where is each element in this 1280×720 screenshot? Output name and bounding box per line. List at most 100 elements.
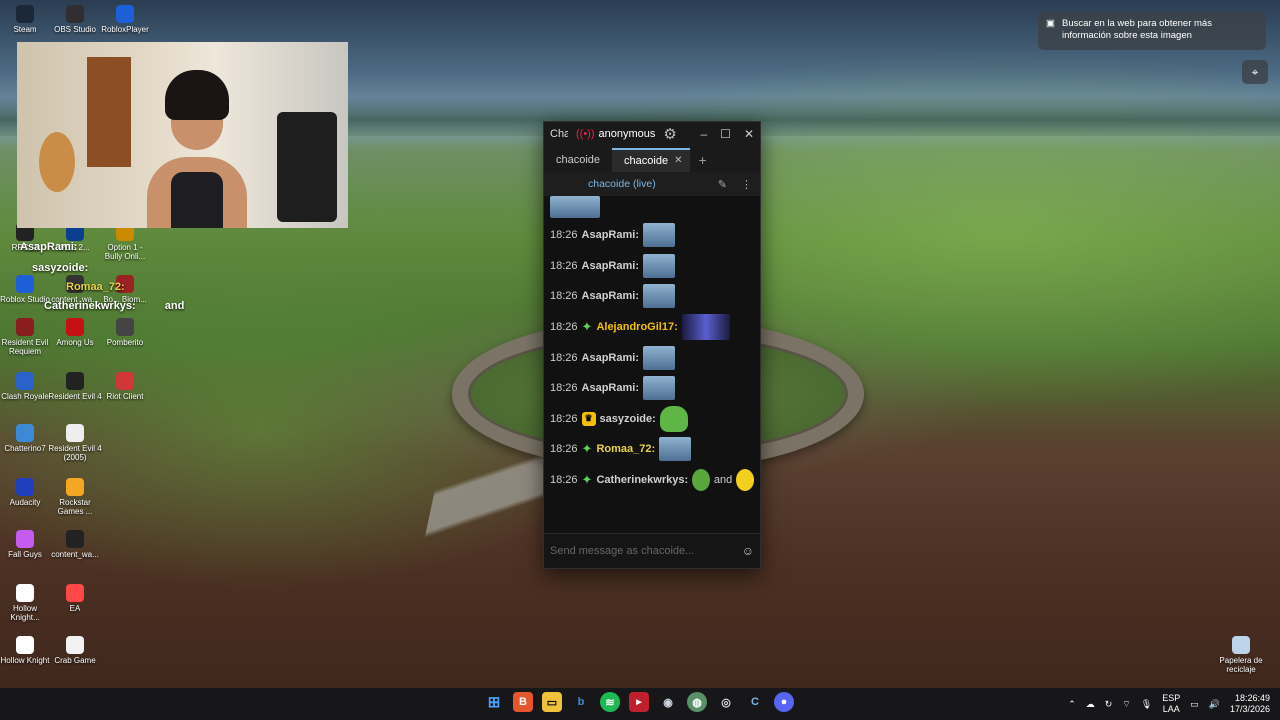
pomberito-icon	[116, 318, 134, 336]
emote-image[interactable]	[643, 284, 675, 309]
chat-message[interactable]: 18:26 ✦ Catherinekwrkys: and	[550, 465, 754, 496]
message-list[interactable]: 18:26 AsapRami: 18:26 AsapRami: 18:26 AsapRam…	[544, 196, 760, 526]
message-username[interactable]: AsapRami:	[582, 260, 639, 272]
desktop-icon-label: Resident Evil 4 (2005)	[48, 444, 102, 462]
emote-image[interactable]	[643, 376, 675, 401]
globe-app-icon[interactable]: ◍	[687, 692, 707, 712]
edit-icon[interactable]: ✎	[718, 178, 727, 191]
language-indicator[interactable]: ESP LAA	[1162, 693, 1180, 715]
chat-message[interactable]: 18:26 AsapRami:	[550, 342, 754, 373]
desktop-icon[interactable]: Riot Client	[98, 372, 152, 401]
windows-start-icon[interactable]: ⊞	[484, 692, 504, 712]
badge-icon[interactable]: ✦	[582, 441, 593, 457]
message-input[interactable]: Send message as chacoide... ☺	[544, 533, 760, 568]
window-titlebar[interactable]: Cha ((•)) anonymous ⚙ – ☐ ✕	[544, 122, 760, 146]
lens-icon[interactable]: ⌖	[1242, 60, 1268, 84]
message-username[interactable]: AlejandroGil17:	[596, 321, 677, 333]
desktop-icon[interactable]: Option 1 - Bully Onli...	[98, 223, 152, 261]
clock[interactable]: 18:26:49 17/3/2026	[1230, 693, 1270, 715]
tab-chacoide[interactable]: chacoide	[544, 148, 612, 172]
emote-image[interactable]	[681, 314, 730, 341]
desktop-icon[interactable]: Hollow Knight...	[0, 584, 52, 622]
desktop-icon[interactable]: Crab Game	[48, 636, 102, 665]
desktop-icon[interactable]: Chatterino7	[0, 424, 52, 453]
minimize-icon[interactable]: –	[700, 127, 707, 141]
add-tab-icon[interactable]: +	[690, 148, 714, 172]
hollow-knight-icon	[16, 584, 34, 602]
emote-image[interactable]	[643, 223, 675, 248]
desktop-icon[interactable]: Hollow Knight	[0, 636, 52, 665]
steam-icon	[16, 5, 34, 23]
obs-icon[interactable]: ◎	[716, 692, 736, 712]
emote-image[interactable]	[659, 437, 692, 462]
message-username[interactable]: AsapRami:	[582, 229, 639, 241]
crown-badge-icon[interactable]: ♛	[581, 411, 596, 426]
chat-message[interactable]: 18:26 AsapRami:	[550, 373, 754, 404]
channel-name[interactable]: chacoide (live)	[588, 178, 656, 190]
emoji-icon[interactable]: ☺	[742, 544, 754, 558]
message-username[interactable]: Romaa_72:	[596, 443, 655, 455]
desktop-icon[interactable]: Audacity	[0, 478, 52, 507]
emote-image[interactable]	[736, 469, 754, 492]
desktop-icon[interactable]: Pomberito	[98, 318, 152, 347]
desktop-icon[interactable]: RobloxPlayer	[98, 5, 152, 34]
desktop-icon[interactable]: Rockstar Games ...	[48, 478, 102, 516]
chevron-up-icon[interactable]: ⌃	[1068, 699, 1076, 710]
network-icon[interactable]: ⌔	[1122, 699, 1130, 710]
file-explorer-icon[interactable]: ▭	[542, 692, 562, 712]
cloud-icon[interactable]: ☁	[1086, 699, 1095, 710]
emote-image[interactable]	[659, 405, 688, 432]
maximize-icon[interactable]: ☐	[720, 127, 731, 141]
account-label[interactable]: anonymous	[599, 128, 656, 140]
chat-message[interactable]: 18:26 ♛ sasyzoide:	[550, 404, 754, 435]
more-options-icon[interactable]: ⋮	[741, 178, 752, 191]
desktop-icon[interactable]: content_wa...	[48, 530, 102, 559]
desktop-icon-label: Among Us	[56, 338, 94, 347]
tab-chacoide-active[interactable]: chacoide ✕	[612, 148, 691, 172]
chat-message[interactable]: 18:26 ✦ Romaa_72:	[550, 434, 754, 465]
desktop-icon[interactable]: Fall Guys	[0, 530, 52, 559]
chat-message[interactable]: 18:26 ✦ AlejandroGil17:	[550, 312, 754, 343]
close-icon[interactable]: ✕	[744, 127, 754, 141]
emote-image[interactable]	[692, 469, 710, 492]
visual-search-notification[interactable]: ▣ Buscar en la web para obtener más info…	[1038, 12, 1266, 50]
chat-message[interactable]: 18:26 AsapRami:	[550, 220, 754, 251]
emote-image[interactable]	[643, 253, 675, 278]
display-icon[interactable]: ▭	[1190, 699, 1199, 710]
desktop-icon[interactable]: OBS Studio	[48, 5, 102, 34]
steam-icon[interactable]: ◉	[658, 692, 678, 712]
message-username[interactable]: AsapRami:	[582, 290, 639, 302]
message-username[interactable]: AsapRami:	[582, 382, 639, 394]
settings-gear-icon[interactable]: ⚙	[663, 125, 676, 143]
message-username[interactable]: AsapRami:	[582, 352, 639, 364]
desktop-icon[interactable]: Resident Evil 4 (2005)	[48, 424, 102, 462]
emote-image[interactable]	[643, 345, 675, 370]
desktop-icon[interactable]: Papelera de reciclaje	[1214, 636, 1268, 674]
brave-browser-icon[interactable]: B	[513, 692, 533, 712]
badge-icon[interactable]: ✦	[582, 319, 593, 335]
chat-message[interactable]: 18:26 AsapRami:	[550, 251, 754, 282]
desktop-icon[interactable]: Resident Evil 4	[48, 372, 102, 401]
desktop-icon[interactable]: Clash Royale	[0, 372, 52, 401]
ea-icon	[66, 584, 84, 602]
refresh-icon[interactable]: ↻	[1105, 699, 1113, 710]
chatterino-icon[interactable]: C	[745, 692, 765, 712]
desktop-icon[interactable]: Among Us	[48, 318, 102, 347]
message-username[interactable]: sasyzoide:	[600, 413, 656, 425]
spotify-icon[interactable]: ≋	[600, 692, 620, 712]
desktop-icon[interactable]: EA	[48, 584, 102, 613]
microphone-icon[interactable]: 🎙	[1141, 699, 1152, 710]
tab-close-icon[interactable]: ✕	[674, 150, 682, 172]
discord-icon[interactable]: ●	[774, 692, 794, 712]
bing-icon[interactable]: b	[571, 692, 591, 712]
rockstar-icon	[66, 478, 84, 496]
badge-icon[interactable]: ✦	[582, 472, 593, 488]
desktop-icon[interactable]: Steam	[0, 5, 52, 34]
video-app-icon[interactable]: ▶	[629, 692, 649, 712]
message-username[interactable]: Catherinekwrkys:	[596, 474, 688, 486]
desktop-icon[interactable]: Resident Evil Requiem	[0, 318, 52, 356]
desktop-icon-label: Resident Evil Requiem	[1, 338, 49, 356]
volume-icon[interactable]: 🔊	[1209, 699, 1220, 710]
broadcast-icon[interactable]: ((•))	[576, 128, 595, 140]
chat-message[interactable]: 18:26 AsapRami:	[550, 281, 754, 312]
